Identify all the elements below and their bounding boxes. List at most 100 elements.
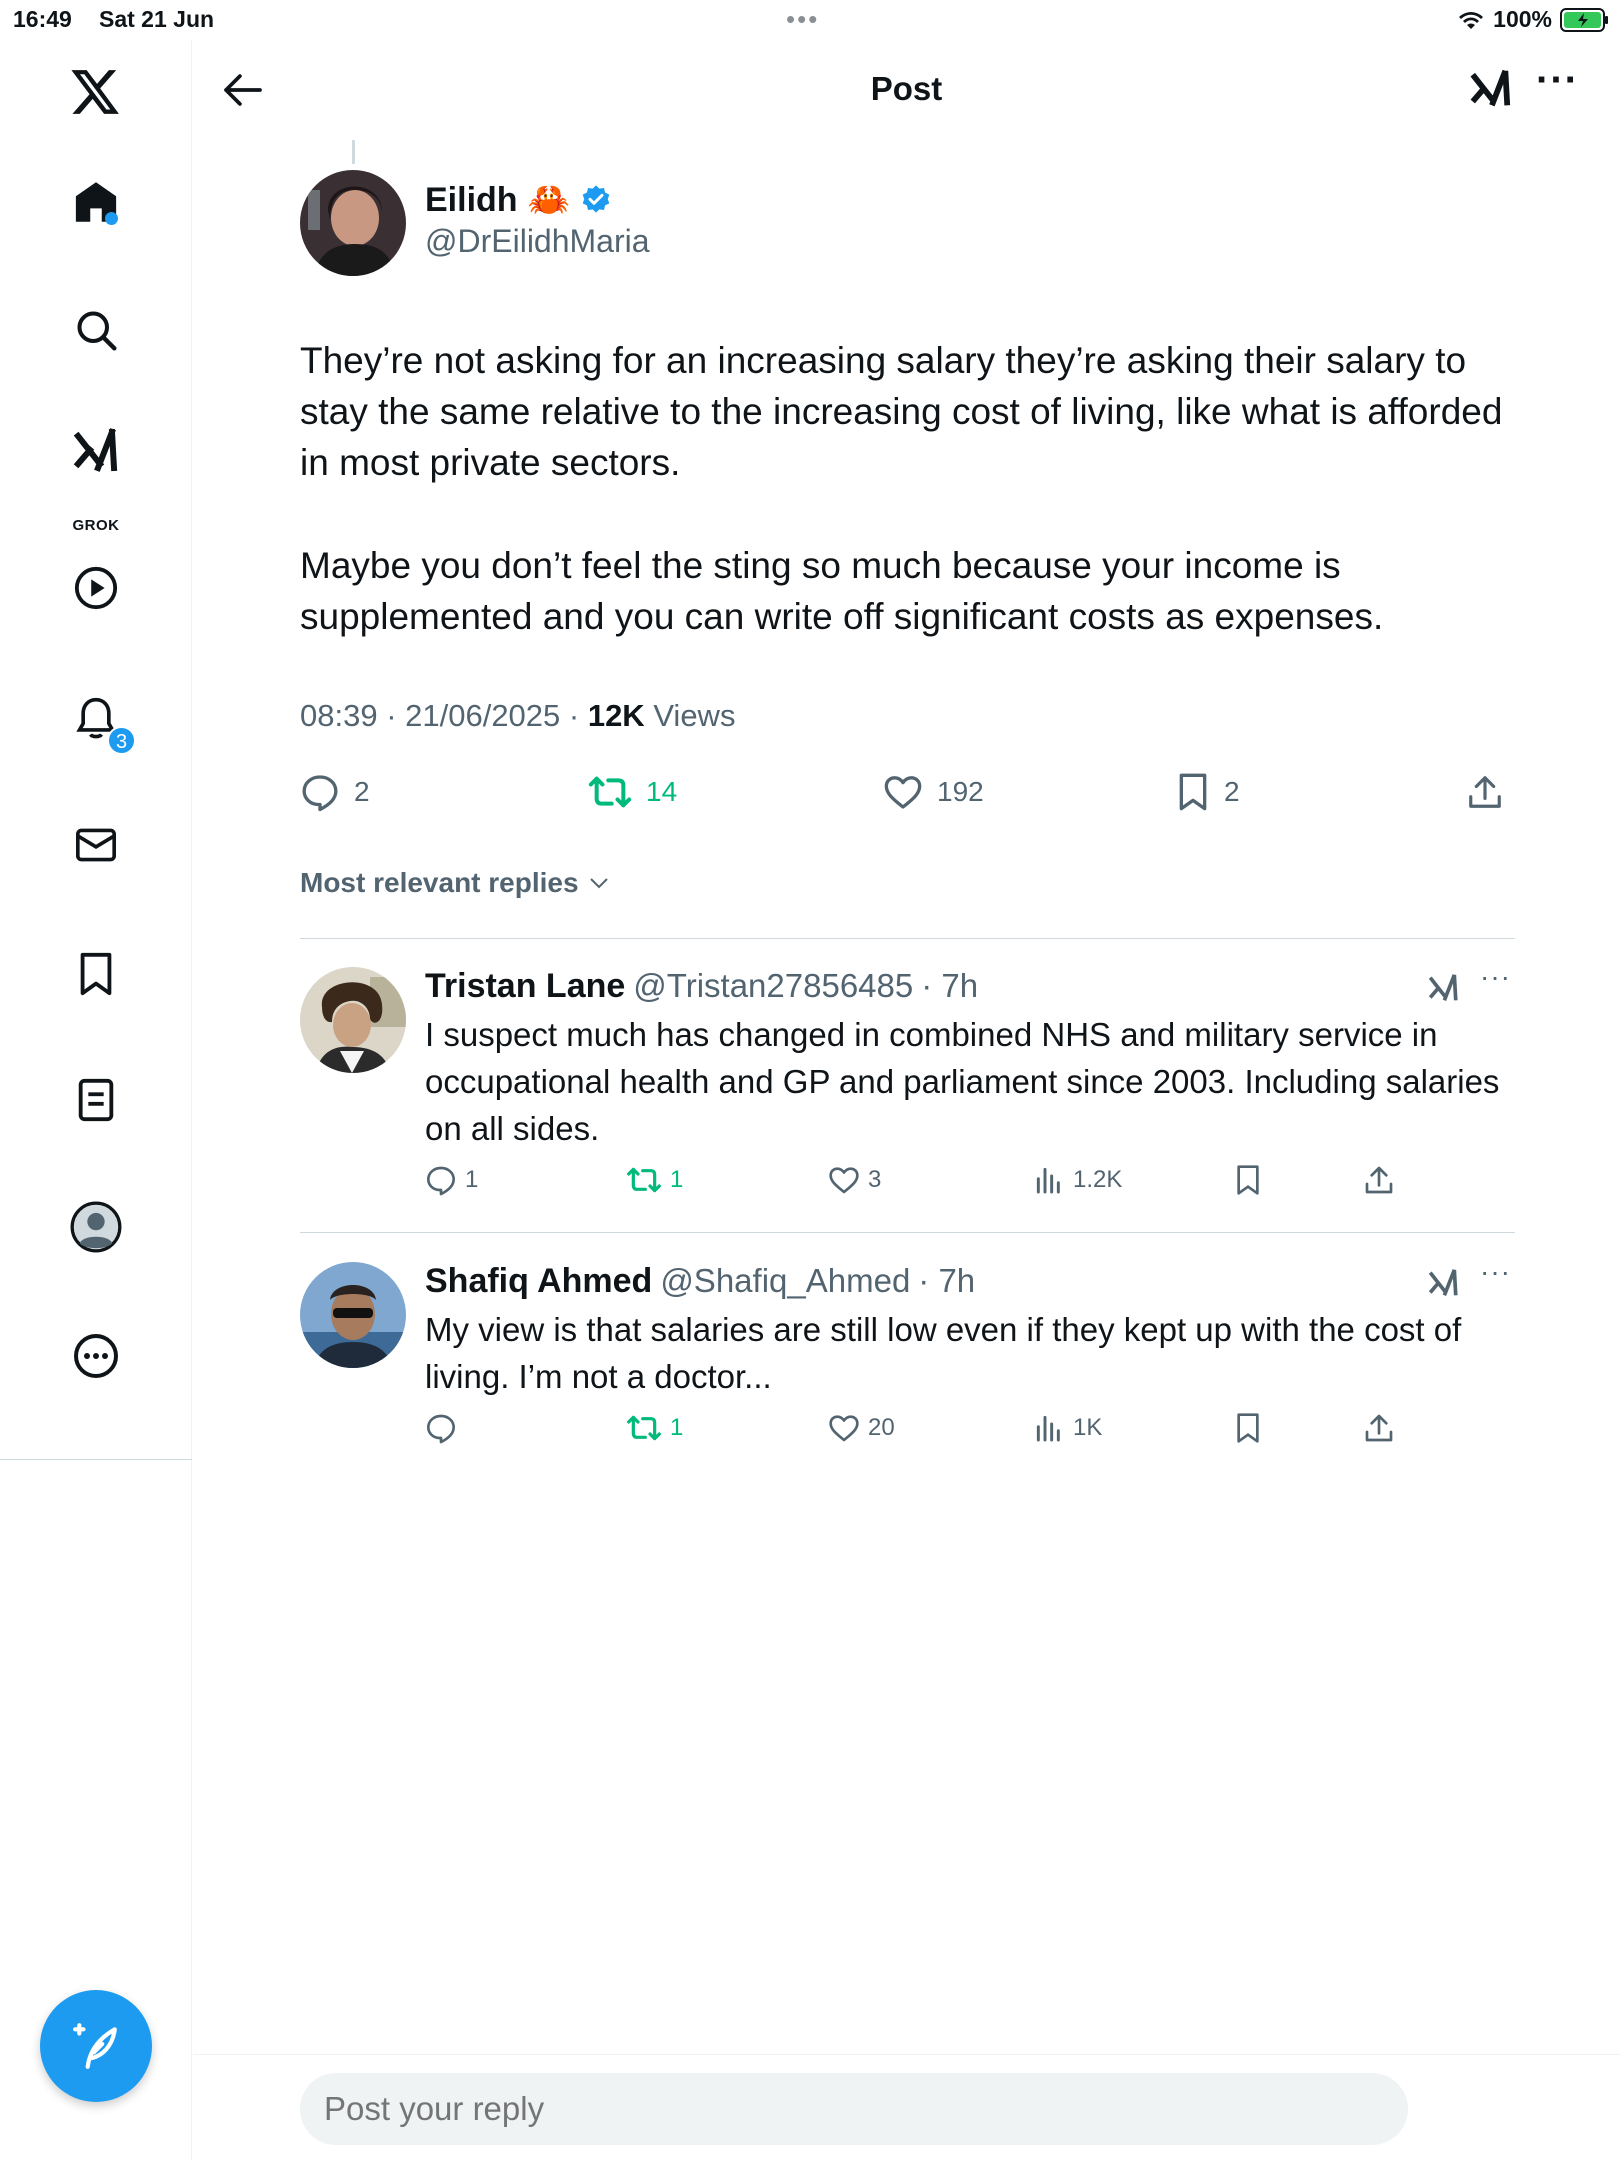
bookmark-button[interactable] — [1234, 1164, 1262, 1196]
reply-text: My view is that salaries are still low e… — [425, 1311, 1462, 1395]
like-button[interactable]: 192 — [883, 772, 984, 812]
sort-label: Most relevant replies — [300, 867, 579, 898]
share-button[interactable] — [1363, 1412, 1395, 1444]
status-time: 16:49 — [13, 6, 72, 32]
repost-icon — [627, 1167, 661, 1193]
grok-analyze-icon[interactable] — [1426, 971, 1460, 1012]
reply-icon — [427, 1166, 455, 1196]
repost-count: 14 — [646, 776, 678, 807]
author-handle[interactable]: @DrEilidhMaria — [425, 223, 650, 260]
like-button[interactable]: 20 — [828, 1412, 895, 1444]
reply-1-avatar[interactable] — [300, 967, 406, 1073]
post-timestamp[interactable]: 08:39 · 21/06/2025 · — [300, 698, 588, 733]
reply-button[interactable]: 2 — [300, 772, 370, 812]
repost-button[interactable]: 1 — [626, 1412, 683, 1444]
views-label: Views — [644, 698, 736, 733]
reply-time: · 7h — [921, 967, 979, 1004]
post-actions: 2 14 192 2 — [300, 770, 1515, 820]
sidebar-divider — [0, 1459, 192, 1460]
replies-sort-dropdown[interactable]: Most relevant replies — [300, 867, 611, 899]
share-icon — [1469, 776, 1501, 808]
reply-more-options-icon[interactable]: ··· — [1480, 1256, 1511, 1288]
post-text-paragraph-1: They’re not asking for an increasing sal… — [300, 340, 1503, 483]
like-count: 192 — [937, 776, 984, 807]
crab-emoji: 🦀 — [527, 180, 570, 220]
reply-text: I suspect much has changed in combined N… — [425, 1016, 1500, 1147]
post-body: They’re not asking for an increasing sal… — [300, 335, 1530, 694]
bookmark-count: 2 — [1224, 776, 1240, 807]
post-more-options-icon[interactable]: ··· — [1536, 58, 1579, 103]
more-icon[interactable] — [66, 1326, 126, 1386]
reply-icon — [427, 1414, 455, 1444]
chevron-down-icon — [589, 878, 608, 889]
reply-count: 2 — [354, 776, 370, 807]
reply-author-handle[interactable]: @Tristan27856485 — [633, 967, 913, 1005]
share-icon — [1365, 1166, 1393, 1194]
post-meta: 08:39 · 21/06/2025 · 12K Views — [300, 698, 735, 734]
author-avatar[interactable] — [300, 170, 406, 276]
lists-icon[interactable] — [66, 1070, 126, 1130]
reply-button[interactable] — [425, 1412, 465, 1444]
divider — [300, 1232, 1515, 1233]
grok-icon[interactable] — [66, 422, 126, 482]
x-logo-icon[interactable] — [66, 63, 126, 123]
battery-icon — [1560, 7, 1608, 32]
reply-author-name[interactable]: Shafiq Ahmed — [425, 1262, 652, 1301]
reply-input[interactable] — [300, 2073, 1408, 2145]
reply-composer-bar — [193, 2054, 1620, 2160]
bookmark-button[interactable]: 2 — [1176, 772, 1240, 812]
compose-post-icon — [73, 2023, 117, 2069]
bookmarks-icon[interactable] — [66, 944, 126, 1004]
author-name[interactable]: Eilidh — [425, 181, 518, 220]
views-count: 1K — [1073, 1414, 1103, 1441]
analytics-icon — [1036, 1415, 1060, 1442]
repost-icon — [627, 1415, 661, 1441]
divider — [300, 938, 1515, 939]
bookmark-button[interactable] — [1234, 1412, 1262, 1444]
reply-button[interactable]: 1 — [425, 1164, 478, 1196]
thread-line — [352, 140, 355, 164]
post-text-paragraph-2: Maybe you don’t feel the sting so much b… — [300, 545, 1384, 637]
like-button[interactable]: 3 — [828, 1164, 881, 1196]
top-bar: Post ··· — [193, 40, 1620, 140]
heart-icon — [884, 776, 922, 809]
reply-more-options-icon[interactable]: ··· — [1480, 961, 1511, 993]
home-icon[interactable] — [66, 172, 126, 232]
video-icon[interactable] — [66, 558, 126, 618]
wifi-icon — [1459, 11, 1484, 29]
reply-author-name[interactable]: Tristan Lane — [425, 967, 625, 1006]
grok-analyze-icon[interactable] — [1426, 1266, 1460, 1307]
repost-button[interactable]: 1 — [626, 1164, 683, 1196]
page-title: Post — [870, 70, 943, 107]
reply-icon — [302, 775, 338, 812]
bookmark-icon — [1179, 773, 1207, 811]
notifications-badge: 3 — [107, 726, 136, 755]
compose-post-button[interactable] — [40, 1990, 152, 2102]
share-icon — [1365, 1414, 1393, 1442]
reply-2-avatar[interactable] — [300, 1262, 406, 1368]
analytics-icon — [1036, 1167, 1060, 1194]
messages-icon[interactable] — [66, 815, 126, 875]
repost-button[interactable]: 14 — [588, 772, 677, 812]
repost-count: 1 — [670, 1166, 684, 1193]
grok-label: GROK — [72, 517, 120, 534]
heart-icon — [829, 1167, 859, 1194]
verified-badge-icon[interactable] — [580, 184, 612, 216]
views-button[interactable]: 1K — [1033, 1412, 1102, 1444]
grok-analyze-icon[interactable] — [1467, 66, 1513, 119]
views-button[interactable]: 1.2K — [1033, 1164, 1122, 1196]
reply-time: · 7h — [918, 1262, 976, 1299]
multitasking-dots-icon[interactable]: ••• — [786, 6, 819, 32]
views-count: 1.2K — [1073, 1166, 1123, 1193]
views-count: 12K — [587, 698, 645, 733]
like-count: 3 — [868, 1166, 882, 1193]
search-icon[interactable] — [66, 300, 126, 360]
bookmark-icon — [1237, 1413, 1259, 1443]
share-button[interactable] — [1363, 1164, 1395, 1196]
status-bar: 16:49 Sat 21 Jun ••• 100% — [0, 0, 1620, 40]
profile-icon[interactable] — [66, 1197, 126, 1257]
status-date: Sat 21 Jun — [99, 6, 215, 32]
share-button[interactable] — [1466, 772, 1504, 812]
bookmark-icon — [1237, 1165, 1259, 1195]
reply-author-handle[interactable]: @Shafiq_Ahmed — [660, 1262, 910, 1300]
